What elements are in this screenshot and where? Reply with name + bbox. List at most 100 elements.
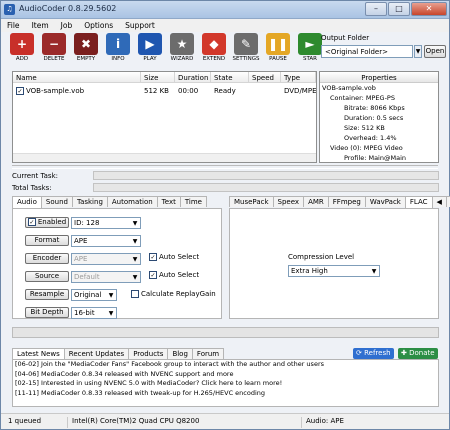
minimize-button[interactable]: – [365,2,387,16]
prop-line: Bitrate: 8066 Kbps [344,104,405,112]
news-list: [06-02] Join the "MediaCoder Fans" Faceb… [12,359,439,407]
output-folder-dropdown[interactable]: ▼ [414,45,422,58]
col-state[interactable]: State [211,72,249,82]
auto-select-encoder-checkbox[interactable]: ✓ Auto Select [149,253,199,262]
title-bar[interactable]: ♫ AudioCoder 0.8.29.5602 – □ ✕ [1,1,449,19]
toolbar-label: DELETE [43,56,65,62]
info-button[interactable]: i INFO [103,33,133,65]
resample-select[interactable]: Original ▼ [71,289,117,301]
menu-item[interactable]: Item [26,19,55,32]
output-folder-label: Output Folder [321,34,370,42]
source-button[interactable]: Source [25,271,69,282]
col-size[interactable]: Size [141,72,175,82]
output-folder-input[interactable]: <Original Folder> [321,45,413,58]
col-name[interactable]: Name [13,72,141,82]
status-queued: 1 queued [8,417,42,425]
tab-flac[interactable]: FLAC [404,196,433,208]
format-select[interactable]: APE ▼ [71,235,141,247]
tab-text[interactable]: Text [156,196,181,207]
file-list-header: Name Size Duration State Speed Type [13,72,316,83]
tab-audio[interactable]: Audio [12,196,42,208]
add-button[interactable]: + ADD [7,33,37,65]
settings-icon: ✎ [234,33,258,55]
toolbar-label: ADD [15,56,29,62]
col-speed[interactable]: Speed [249,72,281,82]
news-item[interactable]: [06-02] Join the "MediaCoder Fans" Faceb… [13,360,438,370]
empty-button[interactable]: ✖ EMPTY [71,33,101,65]
play-icon: ▶ [138,33,162,55]
file-list-scrollbar[interactable] [13,153,316,162]
format-button[interactable]: Format [25,235,69,246]
progress-bar [12,327,439,338]
news-item[interactable]: [04-06] MediaCoder 0.8.34 released with … [13,370,438,380]
app-icon: ♫ [4,4,15,15]
tab-recent-updates[interactable]: Recent Updates [63,348,130,359]
col-duration[interactable]: Duration [175,72,211,82]
total-tasks-label: Total Tasks: [12,184,52,192]
tab-wavpack[interactable]: WavPack [364,196,406,207]
tab-time[interactable]: Time [179,196,207,207]
tab-ffmpeg[interactable]: FFmpeg [327,196,366,207]
col-type[interactable]: Type [281,72,316,82]
audio-id-select[interactable]: ID: 128 ▼ [71,217,141,229]
tab-scroll-left[interactable]: ◀ [431,196,447,207]
tab-products[interactable]: Products [128,348,169,359]
tab-tasking[interactable]: Tasking [71,196,108,207]
extend-button[interactable]: ◆ EXTEND [199,33,229,65]
maximize-button[interactable]: □ [388,2,410,16]
toolbar-label: INFO [111,56,125,62]
file-checkbox[interactable]: ✓ [16,87,24,95]
tab-scroll-right[interactable]: ▶ [445,196,450,207]
compression-level-select[interactable]: Extra High ▼ [288,265,380,277]
tab-speex[interactable]: Speex [272,196,305,207]
tab-sound[interactable]: Sound [40,196,73,207]
encoder-button[interactable]: Encoder [25,253,69,264]
resample-button[interactable]: Resample [25,289,69,300]
delete-button[interactable]: − DELETE [39,33,69,65]
news-item[interactable]: [02-15] Interested in using NVENC 5.0 wi… [13,379,438,389]
pause-button[interactable]: ❚❚ PAUSE [263,33,293,65]
menu-job[interactable]: Job [55,19,79,32]
table-row[interactable]: ✓ VOB-sample.vob 512 KB 00:00 Ready DVD/M… [13,86,316,97]
replaygain-checkbox[interactable]: Calculate ReplayGain [131,290,216,299]
tab-amr[interactable]: AMR [303,196,329,207]
close-button[interactable]: ✕ [411,2,447,16]
play-button[interactable]: ▶ PLAY [135,33,165,65]
empty-icon: ✖ [74,33,98,55]
settings-button[interactable]: ✎ SETTINGS [231,33,261,65]
splitter[interactable] [12,165,438,169]
donate-button[interactable]: ✚ Donate [398,348,438,359]
status-cpu: Intel(R) Core(TM)2 Quad CPU Q8200 [67,417,199,428]
menu-file[interactable]: File [1,19,26,32]
properties-panel: Properties VOB-sample.vob Container: MPE… [319,71,439,163]
tab-blog[interactable]: Blog [167,348,193,359]
properties-header: Properties [320,72,438,83]
refresh-icon: ⟳ [356,349,362,357]
tab-musepack[interactable]: MusePack [229,196,274,207]
refresh-button[interactable]: ⟳ Refresh [353,348,394,359]
tab-automation[interactable]: Automation [106,196,158,207]
open-folder-button[interactable]: Open [424,45,446,58]
toolbar-label: SETTINGS [232,56,260,62]
current-task-label: Current Task: [12,172,58,180]
toolbar-label: EXTEND [202,56,226,62]
bit-depth-select[interactable]: 16-bit ▼ [71,307,117,319]
window-title: AudioCoder 0.8.29.5602 [19,4,117,13]
bit-depth-button[interactable]: Bit Depth [25,307,69,318]
enabled-checkbox[interactable]: ✓ Enabled [25,217,69,228]
pause-icon: ❚❚ [266,33,290,55]
encoder-select[interactable]: APE ▼ [71,253,141,265]
auto-select-source-checkbox[interactable]: ✓ Auto Select [149,271,199,280]
toolbar-label: EMPTY [76,56,96,62]
source-select[interactable]: Default ▼ [71,271,141,283]
prop-line: VOB-sample.vob [322,84,376,92]
menu-support[interactable]: Support [119,19,161,32]
menu-options[interactable]: Options [78,19,119,32]
left-tabs: Audio Sound Tasking Automation Text Time [12,196,207,208]
wizard-button[interactable]: ★ WIZARD [167,33,197,65]
compression-level-label: Compression Level [288,253,355,261]
tab-forum[interactable]: Forum [191,348,225,359]
flac-panel: Compression Level Extra High ▼ [229,208,439,319]
app-window: ♫ AudioCoder 0.8.29.5602 – □ ✕ File Item… [0,0,450,430]
news-item[interactable]: [11-11] MediaCoder 0.8.33 released with … [13,389,438,399]
